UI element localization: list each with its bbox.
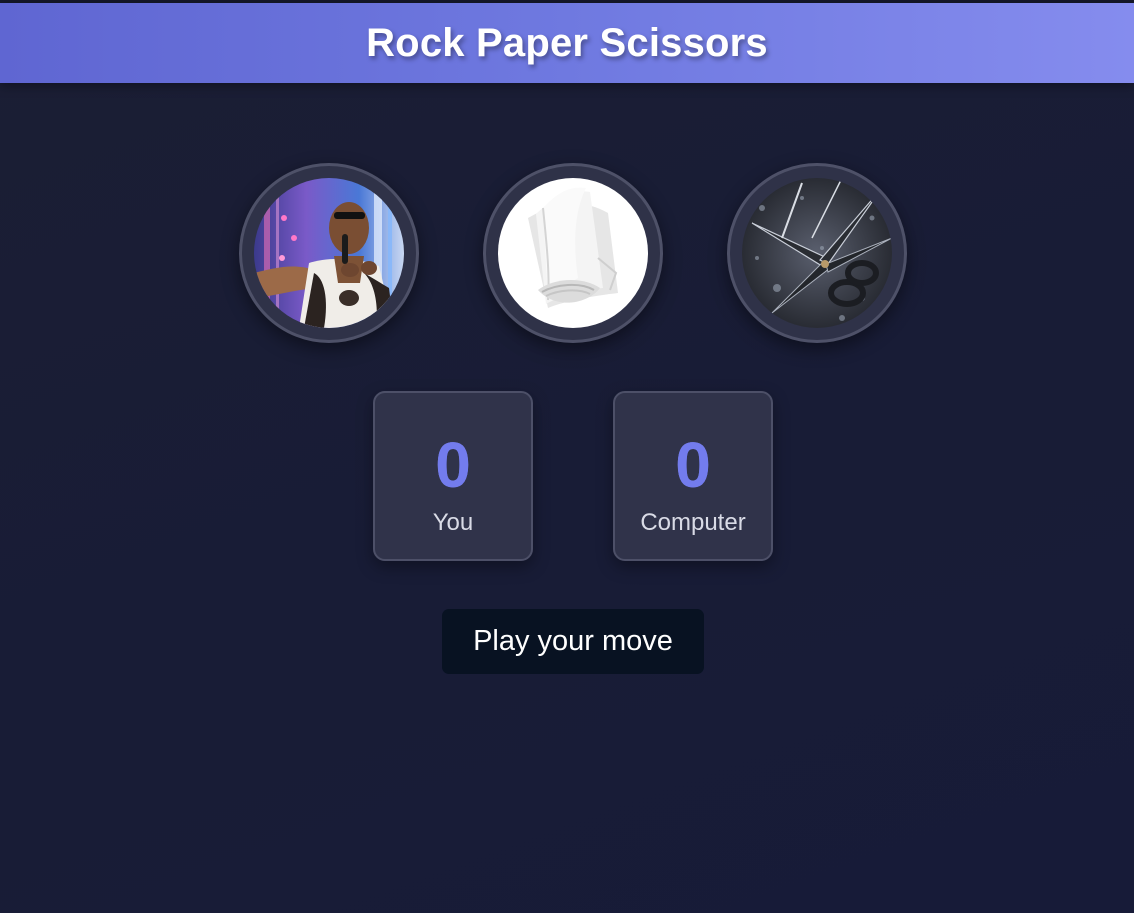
computer-score-card: 0 Computer [613,391,773,561]
computer-score: 0 [615,429,771,501]
app-header: Rock Paper Scissors [0,3,1134,83]
computer-score-label: Computer [640,509,746,536]
status-message: Play your move [442,609,704,674]
page-title: Rock Paper Scissors [366,20,768,65]
user-score-label: You [432,509,474,536]
scissors-choice-button[interactable] [727,163,907,343]
paper-choice-button[interactable] [483,163,663,343]
user-score: 0 [375,429,531,501]
scoreboard: 0 You 0 Computer [0,391,1134,561]
rock-choice-button[interactable] [239,163,419,343]
choices-row [0,163,1134,343]
rock-image [254,178,404,328]
user-score-card: 0 You [373,391,533,561]
scissors-image [742,178,892,328]
paper-image [498,178,648,328]
